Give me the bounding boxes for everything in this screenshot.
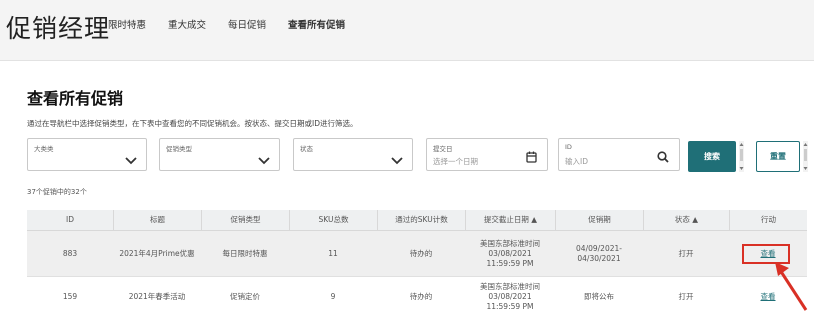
column-header-period[interactable]: 促销期 <box>555 210 643 230</box>
search-icon[interactable] <box>657 148 669 167</box>
table-row: 159 2021年春季活动 促销定价 9 待办的 美国东部标准时间 03/08/… <box>27 277 807 316</box>
promo-type-select[interactable]: 促销类型 <box>159 138 280 171</box>
search-button[interactable]: 搜索 <box>688 141 736 172</box>
scrollbar[interactable] <box>738 141 745 172</box>
cell-title: 2021年4月Prime优惠 <box>119 248 195 258</box>
status-label: 状态 <box>300 145 313 153</box>
reset-button[interactable]: 重置 <box>756 141 800 172</box>
promo-type-label: 促销类型 <box>166 145 192 153</box>
tab-major-deals[interactable]: 重大成交 <box>168 17 206 31</box>
cell-type: 每日限时特惠 <box>222 248 268 258</box>
cell-deadline: 美国东部标准时间 03/08/2021 11:59:59 PM <box>480 281 540 311</box>
header-bar: 促销经理 限时特惠 重大成交 每日促销 查看所有促销 <box>0 0 814 61</box>
table-header: ID 标题 促销类型 SKU总数 通过的SKU计数 提交截止日期 ▲ 促销期 状… <box>27 210 807 231</box>
cell-period: 04/09/2021- 04/30/2021 <box>576 243 622 263</box>
result-count: 37个促销中的32个 <box>27 188 87 196</box>
tab-flash-deals[interactable]: 限时特惠 <box>108 17 146 31</box>
tab-view-all-promotions[interactable]: 查看所有促销 <box>288 17 345 31</box>
cell-sku-total: 9 <box>330 291 336 301</box>
column-header-passed-sku[interactable]: 通过的SKU计数 <box>377 210 465 230</box>
cell-id: 883 <box>62 248 78 258</box>
tab-daily-deals[interactable]: 每日促销 <box>228 17 266 31</box>
id-placeholder: 输入ID <box>565 157 588 166</box>
date-label: 提交日 <box>433 145 453 153</box>
cell-type: 促销定价 <box>230 291 260 301</box>
category-select[interactable]: 大类类 <box>27 138 147 171</box>
status-select[interactable]: 状态 <box>293 138 413 171</box>
cell-status: 打开 <box>678 248 694 258</box>
arrow-icon <box>775 262 808 311</box>
column-header-sku-total[interactable]: SKU总数 <box>289 210 377 230</box>
chevron-down-icon <box>125 150 137 169</box>
column-header-status[interactable]: 状态 ▲ <box>643 210 729 230</box>
table-row: 883 2021年4月Prime优惠 每日限时特惠 11 待办的 美国东部标准时… <box>27 231 807 277</box>
cell-deadline: 美国东部标准时间 03/08/2021 11:59:59 PM <box>480 238 540 268</box>
column-header-type[interactable]: 促销类型 <box>201 210 289 230</box>
date-picker[interactable]: 提交日 选择一个日期 <box>426 138 548 171</box>
cell-title: 2021年春季活动 <box>128 291 186 301</box>
calendar-icon[interactable] <box>526 148 537 167</box>
nav-tabs: 限时特惠 重大成交 每日促销 查看所有促销 <box>108 17 345 31</box>
column-header-deadline[interactable]: 提交截止日期 ▲ <box>465 210 555 230</box>
category-label: 大类类 <box>34 145 54 153</box>
column-header-action: 行动 <box>729 210 807 230</box>
cell-id: 159 <box>62 291 78 301</box>
id-search-field[interactable]: ID 输入ID <box>558 138 680 171</box>
chevron-down-icon <box>258 150 270 169</box>
cell-passed-sku: 待办的 <box>409 291 433 301</box>
chevron-down-icon <box>391 150 403 169</box>
column-header-id[interactable]: ID <box>27 210 113 230</box>
cell-period: 即将公布 <box>584 291 614 301</box>
cell-status: 打开 <box>678 291 694 301</box>
app-title: 促销经理 <box>6 14 111 43</box>
id-label: ID <box>565 143 572 151</box>
cell-passed-sku: 待办的 <box>409 248 433 258</box>
cell-sku-total: 11 <box>328 248 338 258</box>
date-placeholder: 选择一个日期 <box>433 157 478 166</box>
scrollbar[interactable] <box>802 141 809 172</box>
column-header-title[interactable]: 标题 <box>113 210 201 230</box>
page-description: 通过在导航栏中选择促销类型，在下表中查看您的不同促销机会。按状态、提交日期或ID… <box>27 119 358 128</box>
page-title: 查看所有促销 <box>27 89 124 108</box>
